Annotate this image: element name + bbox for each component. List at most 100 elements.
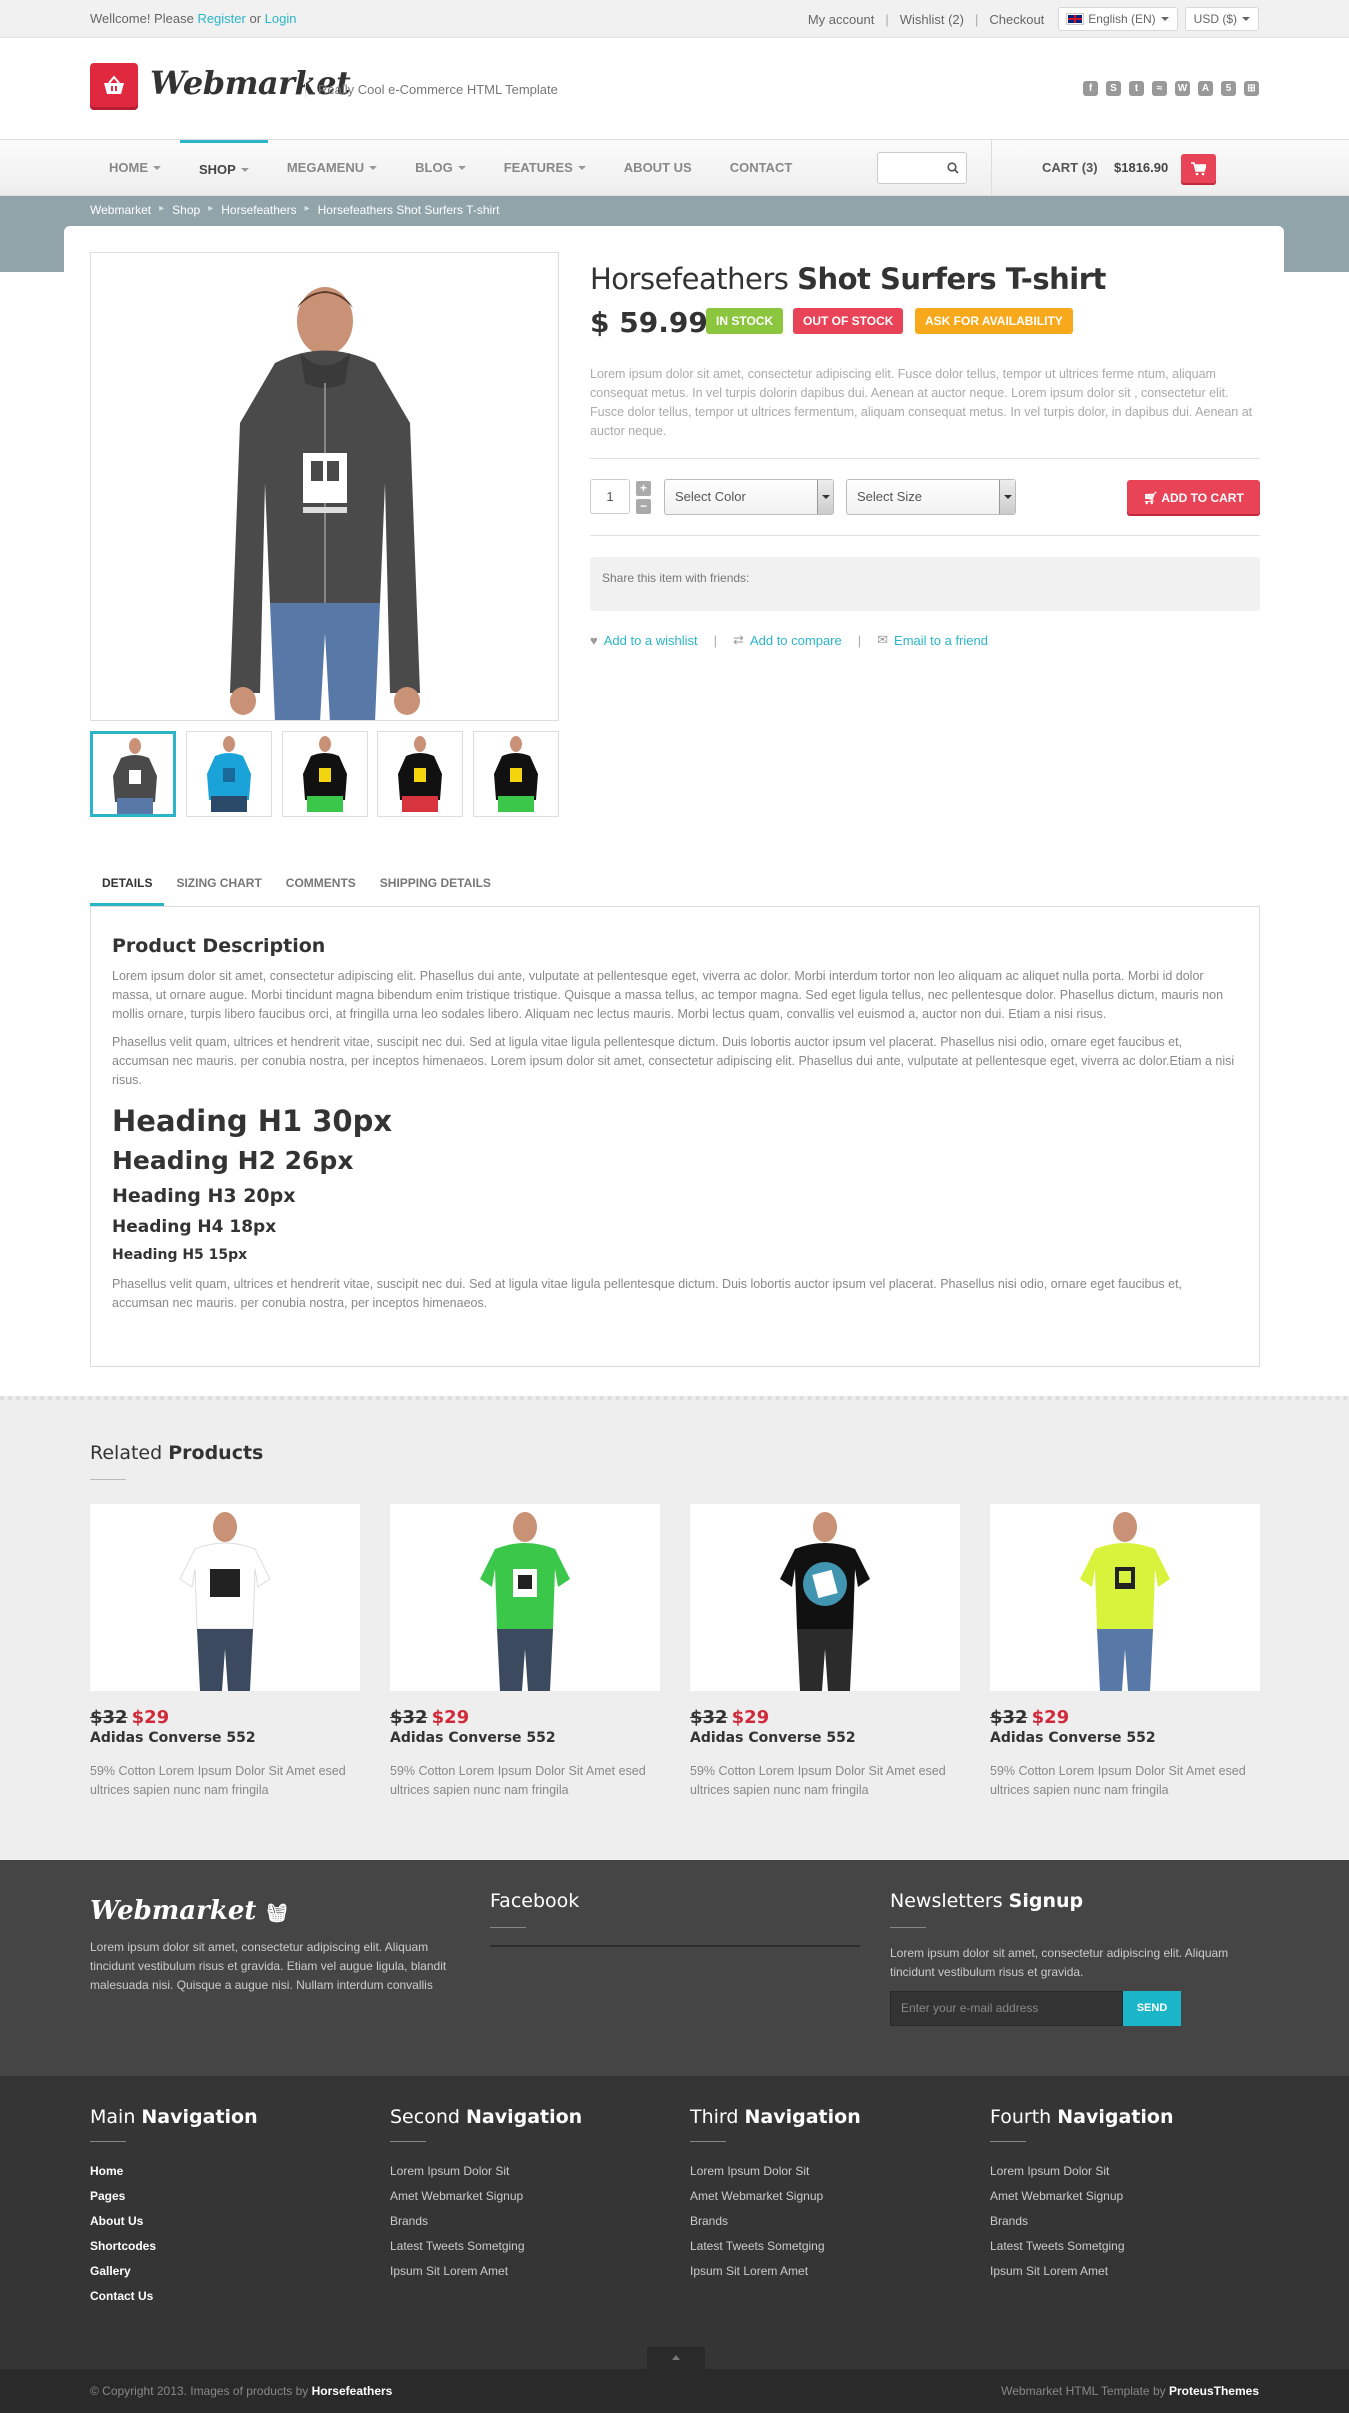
breadcrumb-webmarket[interactable]: Webmarket (90, 203, 151, 217)
credit-brand-link[interactable]: ProteusThemes (1169, 2384, 1259, 2398)
my-account-link[interactable]: My account (808, 12, 874, 27)
nav-item-contact[interactable]: CONTACT (711, 140, 812, 196)
tab-details[interactable]: DETAILS (90, 864, 165, 906)
footer-link[interactable]: About Us (90, 2209, 360, 2234)
chevron-right-icon: ▸ (304, 203, 310, 214)
nav-item-home[interactable]: HOME (90, 140, 180, 196)
footer-link[interactable]: Brands (990, 2209, 1260, 2234)
breadcrumb-brand[interactable]: Horsefeathers (221, 203, 296, 217)
tab-comments[interactable]: COMMENTS (274, 864, 368, 906)
product-thumbnail-4[interactable] (377, 731, 463, 817)
footer-link[interactable]: Contact Us (90, 2284, 360, 2309)
footer-link[interactable]: Lorem Ipsum Dolor Sit (990, 2159, 1260, 2184)
footer-link[interactable]: Brands (690, 2209, 960, 2234)
checkout-link[interactable]: Checkout (989, 12, 1044, 27)
footer-link[interactable]: Pages (90, 2184, 360, 2209)
newsletter-send-button[interactable]: SEND (1123, 1991, 1181, 2026)
quantity-input[interactable]: 1 (590, 479, 630, 514)
paragraph: Phasellus velit quam, ultrices et hendre… (112, 1035, 1235, 1087)
footer-link[interactable]: Brands (390, 2209, 660, 2234)
nav-item-blog[interactable]: BLOG (396, 140, 485, 196)
product-thumbnail-3[interactable] (282, 731, 368, 817)
divider: | (713, 632, 718, 648)
related-product-card[interactable]: $32 $29 Adidas Converse 552 59% Cotton Lo… (90, 1504, 360, 1800)
register-link[interactable]: Register (197, 11, 245, 26)
add-to-compare-link[interactable]: Add to compare (750, 633, 842, 648)
footer-link[interactable]: Latest Tweets Sometging (990, 2234, 1260, 2259)
thumbnail-photo (398, 736, 442, 812)
nav-item-features[interactable]: FEATURES (485, 140, 605, 196)
related-product-name[interactable]: Adidas Converse 552 (90, 1730, 360, 1746)
login-link[interactable]: Login (265, 11, 297, 26)
tab-shipping-details[interactable]: SHIPPING DETAILS (368, 864, 503, 906)
facebook-icon[interactable]: f (1083, 81, 1098, 96)
copyright-label: © Copyright 2013. Images of products by (90, 2384, 309, 2398)
footer-link[interactable]: Shortcodes (90, 2234, 360, 2259)
add-to-wishlist-link[interactable]: Add to a wishlist (604, 633, 698, 648)
quantity-minus-button[interactable]: − (636, 499, 651, 514)
wishlist-link[interactable]: Wishlist (2) (900, 12, 964, 27)
related-product-card[interactable]: $32 $29 Adidas Converse 552 59% Cotton Lo… (690, 1504, 960, 1800)
ask-availability-badge[interactable]: ASK FOR AVAILABILITY (915, 308, 1073, 334)
cart-button[interactable] (1181, 154, 1216, 185)
footer-link[interactable]: Latest Tweets Sometging (690, 2234, 960, 2259)
footer-link[interactable]: Home (90, 2159, 360, 2184)
related-product-image[interactable] (990, 1504, 1260, 1691)
add-to-cart-button[interactable]: 🛒︎ ADD TO CART (1127, 480, 1260, 516)
title-bold: Navigation (744, 2106, 861, 2128)
twitter-icon[interactable]: t (1129, 81, 1144, 96)
product-thumbnail-5[interactable] (473, 731, 559, 817)
tab-sizing-chart[interactable]: SIZING CHART (164, 864, 273, 906)
footer-link[interactable]: Lorem Ipsum Dolor Sit (390, 2159, 660, 2184)
related-product-card[interactable]: $32 $29 Adidas Converse 552 59% Cotton Lo… (990, 1504, 1260, 1800)
currency-dropdown[interactable]: USD ($) (1184, 7, 1259, 31)
logo-basket-icon[interactable] (90, 63, 138, 110)
heading-h1: Heading H1 30px (112, 1104, 393, 1138)
color-select[interactable]: Select Color (664, 479, 834, 515)
footer-logo[interactable]: Webmarket 🧺︎ (90, 1896, 288, 1926)
related-product-name[interactable]: Adidas Converse 552 (990, 1730, 1260, 1746)
search-input[interactable] (877, 152, 967, 184)
newsletter-text: Lorem ipsum dolor sit amet, consectetur … (890, 1946, 1229, 1979)
search-icon[interactable] (947, 162, 959, 174)
breadcrumb-shop[interactable]: Shop (172, 203, 200, 217)
footer-link[interactable]: Lorem Ipsum Dolor Sit (690, 2159, 960, 2184)
chevron-up-icon (672, 2355, 680, 2360)
related-product-image[interactable] (390, 1504, 660, 1691)
footer-link[interactable]: Ipsum Sit Lorem Amet (990, 2259, 1260, 2284)
footer-link[interactable]: Ipsum Sit Lorem Amet (390, 2259, 660, 2284)
basket-icon: 🧺︎ (265, 1903, 289, 1924)
footer-link[interactable]: Amet Webmarket Signup (690, 2184, 960, 2209)
footer-link[interactable]: Ipsum Sit Lorem Amet (690, 2259, 960, 2284)
chevron-down-icon (822, 495, 830, 499)
size-select[interactable]: Select Size (846, 479, 1016, 515)
footer-link[interactable]: Amet Webmarket Signup (990, 2184, 1260, 2209)
newsletter-email-input[interactable]: Enter your e-mail address (890, 1991, 1123, 2026)
cart-link[interactable]: CART (3) (1042, 160, 1098, 175)
language-dropdown[interactable]: English (EN) (1058, 7, 1178, 31)
wordpress-icon[interactable]: W (1175, 81, 1190, 96)
product-main-image[interactable] (90, 252, 559, 721)
rss-icon[interactable]: ≈ (1152, 81, 1167, 96)
html5-icon[interactable]: 5 (1221, 81, 1236, 96)
footer-link[interactable]: Latest Tweets Sometging (390, 2234, 660, 2259)
quantity-plus-button[interactable]: + (636, 481, 651, 496)
android-icon[interactable]: A (1198, 81, 1213, 96)
nav-item-shop[interactable]: SHOP (180, 140, 268, 196)
copyright-brand-link[interactable]: Horsefeathers (312, 2384, 393, 2398)
product-thumbnail-2[interactable] (186, 731, 272, 817)
related-product-name[interactable]: Adidas Converse 552 (690, 1730, 960, 1746)
email-friend-link[interactable]: Email to a friend (894, 633, 988, 648)
related-product-image[interactable] (690, 1504, 960, 1691)
footer-link[interactable]: Amet Webmarket Signup (390, 2184, 660, 2209)
product-thumbnail-1[interactable] (90, 731, 176, 817)
windows-icon[interactable]: ⊞ (1244, 81, 1259, 96)
related-product-card[interactable]: $32 $29 Adidas Converse 552 59% Cotton Lo… (390, 1504, 660, 1800)
back-to-top-button[interactable] (647, 2347, 705, 2369)
nav-item-about-us[interactable]: ABOUT US (605, 140, 711, 196)
nav-item-megamenu[interactable]: MEGAMENU (268, 140, 396, 196)
related-product-name[interactable]: Adidas Converse 552 (390, 1730, 660, 1746)
skype-icon[interactable]: S (1106, 81, 1121, 96)
footer-link[interactable]: Gallery (90, 2259, 360, 2284)
related-product-image[interactable] (90, 1504, 360, 1691)
